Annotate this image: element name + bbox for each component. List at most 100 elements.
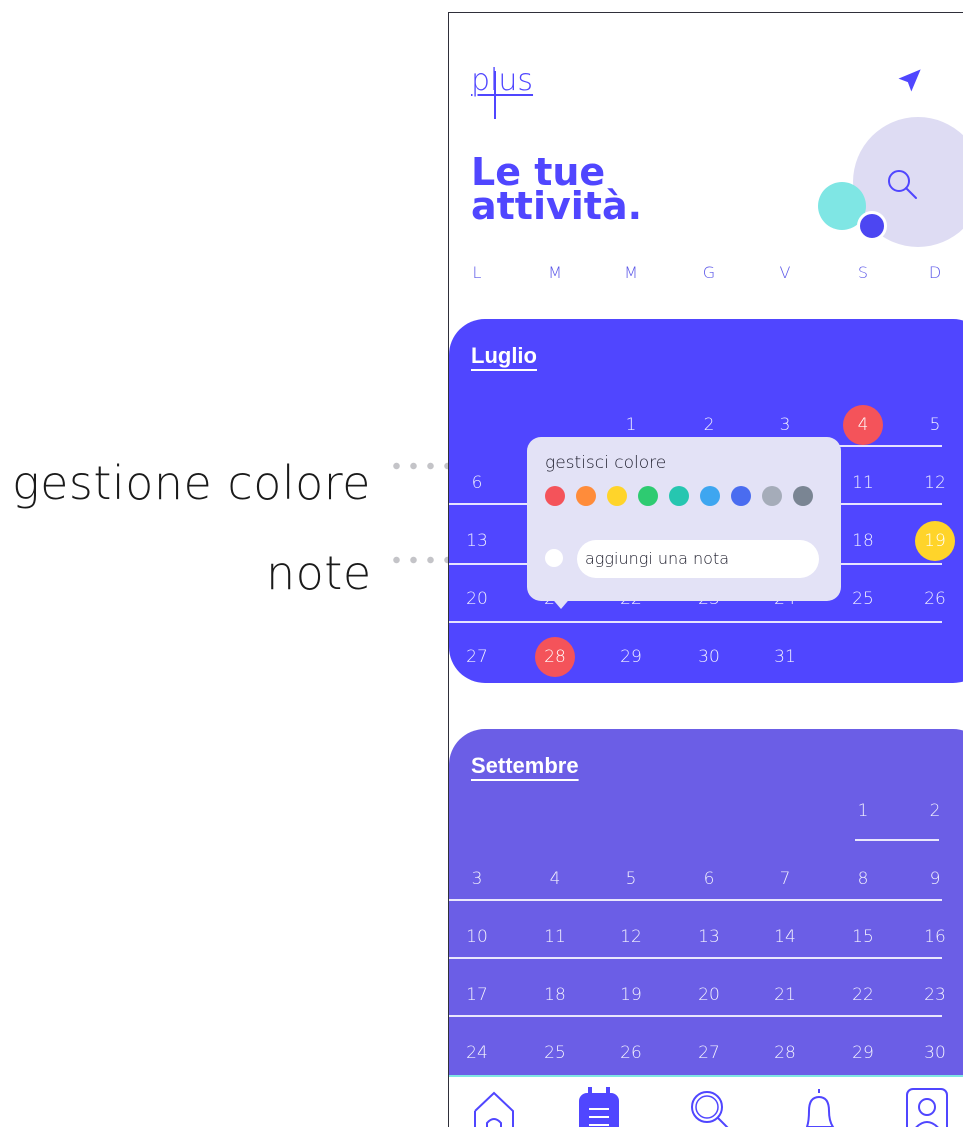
- weekday-label: M: [624, 263, 638, 282]
- day-number: 28: [544, 647, 566, 667]
- color-swatch[interactable]: [793, 486, 813, 506]
- title-line-2: attività.: [471, 184, 643, 228]
- day-number[interactable]: 12: [915, 473, 955, 493]
- day-number[interactable]: 26: [915, 589, 955, 609]
- day-number[interactable]: 12: [611, 927, 651, 947]
- week-divider: [449, 957, 942, 959]
- note-input-placeholder: aggiungi una nota: [585, 549, 730, 568]
- send-icon[interactable]: [895, 67, 923, 95]
- day-highlight-circle[interactable]: 19: [915, 521, 955, 561]
- search-icon[interactable]: [687, 1087, 739, 1127]
- day-highlight-circle[interactable]: 28: [535, 637, 575, 677]
- week-divider: [449, 899, 942, 901]
- day-number[interactable]: 3: [457, 869, 497, 889]
- day-number[interactable]: 6: [457, 473, 497, 493]
- day-number[interactable]: 7: [765, 869, 805, 889]
- day-number[interactable]: 18: [843, 531, 883, 551]
- day-number[interactable]: 6: [689, 869, 729, 889]
- day-number[interactable]: 8: [843, 869, 883, 889]
- day-number[interactable]: 2: [689, 415, 729, 435]
- weekday-header: LMMGVSD: [449, 263, 963, 283]
- color-swatch[interactable]: [700, 486, 720, 506]
- day-number[interactable]: 24: [457, 1043, 497, 1063]
- color-swatch[interactable]: [638, 486, 658, 506]
- color-swatch[interactable]: [576, 486, 596, 506]
- weekday-label: L: [472, 263, 482, 282]
- week-divider: [449, 621, 942, 623]
- home-icon[interactable]: [471, 1087, 517, 1127]
- profile-icon[interactable]: [905, 1087, 949, 1127]
- logo-bar: [494, 71, 496, 119]
- day-number[interactable]: 16: [915, 927, 955, 947]
- phone-screen: plus Le tue attività. LMMGVSD Luglio 123…: [448, 12, 963, 1127]
- day-number[interactable]: 3: [765, 415, 805, 435]
- color-swatch[interactable]: [731, 486, 751, 506]
- month-title: Settembre: [471, 753, 579, 778]
- day-number[interactable]: 28: [765, 1043, 805, 1063]
- day-number[interactable]: 19: [611, 985, 651, 1005]
- month-card-settembre: Settembre 1 2 3 4 5 6 7 8 9 10 11 12 13 14 15 16 17 18 19 2…: [449, 729, 963, 1127]
- day-number[interactable]: 23: [915, 985, 955, 1005]
- search-icon[interactable]: [885, 167, 919, 201]
- annotation-note-label: note: [266, 546, 372, 600]
- weekday-label: V: [779, 263, 791, 282]
- logo-text: plus: [471, 63, 534, 98]
- color-swatch[interactable]: [545, 486, 565, 506]
- day-options-popover: gestisci colore aggiungi una nota: [527, 437, 841, 601]
- color-swatch[interactable]: [669, 486, 689, 506]
- note-radio[interactable]: [545, 549, 563, 567]
- day-number[interactable]: 1: [843, 801, 883, 821]
- day-number[interactable]: 13: [457, 531, 497, 551]
- day-number[interactable]: 30: [915, 1043, 955, 1063]
- day-number[interactable]: 15: [843, 927, 883, 947]
- page-title: Le tue attività.: [471, 153, 643, 228]
- weekday-label: M: [548, 263, 562, 282]
- day-number[interactable]: 11: [535, 927, 575, 947]
- day-number[interactable]: 2: [915, 801, 955, 821]
- day-number[interactable]: 20: [689, 985, 729, 1005]
- day-number[interactable]: 18: [535, 985, 575, 1005]
- weekday-label: S: [857, 263, 869, 282]
- note-input[interactable]: aggiungi una nota: [577, 540, 819, 578]
- day-number[interactable]: 25: [843, 589, 883, 609]
- decorative-dot: [857, 211, 887, 241]
- day-number[interactable]: 29: [611, 647, 651, 667]
- weekday-label: D: [928, 263, 942, 282]
- day-number: 19: [924, 531, 946, 551]
- popover-title: gestisci colore: [545, 453, 667, 473]
- day-number[interactable]: 25: [535, 1043, 575, 1063]
- annotation-color-label: gestione colore: [12, 456, 371, 510]
- day-number: 4: [857, 415, 869, 435]
- day-number[interactable]: 10: [457, 927, 497, 947]
- app-logo: plus: [471, 63, 533, 98]
- day-number[interactable]: 22: [843, 985, 883, 1005]
- day-number[interactable]: 1: [611, 415, 651, 435]
- day-highlight-circle[interactable]: 4: [843, 405, 883, 445]
- day-number[interactable]: 14: [765, 927, 805, 947]
- popover-tail: [549, 595, 573, 609]
- calendar-icon[interactable]: [577, 1087, 621, 1127]
- day-number[interactable]: 21: [765, 985, 805, 1005]
- day-number[interactable]: 9: [915, 869, 955, 889]
- day-number[interactable]: 17: [457, 985, 497, 1005]
- day-number[interactable]: 29: [843, 1043, 883, 1063]
- day-number[interactable]: 13: [689, 927, 729, 947]
- day-number[interactable]: 27: [457, 647, 497, 667]
- color-swatch[interactable]: [762, 486, 782, 506]
- bell-icon[interactable]: [799, 1087, 839, 1127]
- day-number[interactable]: 26: [611, 1043, 651, 1063]
- color-swatch[interactable]: [607, 486, 627, 506]
- day-number[interactable]: 31: [765, 647, 805, 667]
- month-title: Luglio: [471, 343, 537, 368]
- day-number[interactable]: 5: [611, 869, 651, 889]
- day-number[interactable]: 11: [843, 473, 883, 493]
- day-number[interactable]: 30: [689, 647, 729, 667]
- week-divider: [855, 839, 939, 841]
- weekday-label: G: [702, 263, 716, 282]
- day-number[interactable]: 4: [535, 869, 575, 889]
- week-divider: [449, 1015, 942, 1017]
- bottom-nav: [449, 1075, 963, 1127]
- day-number[interactable]: 20: [457, 589, 497, 609]
- day-number[interactable]: 27: [689, 1043, 729, 1063]
- day-number[interactable]: 5: [915, 415, 955, 435]
